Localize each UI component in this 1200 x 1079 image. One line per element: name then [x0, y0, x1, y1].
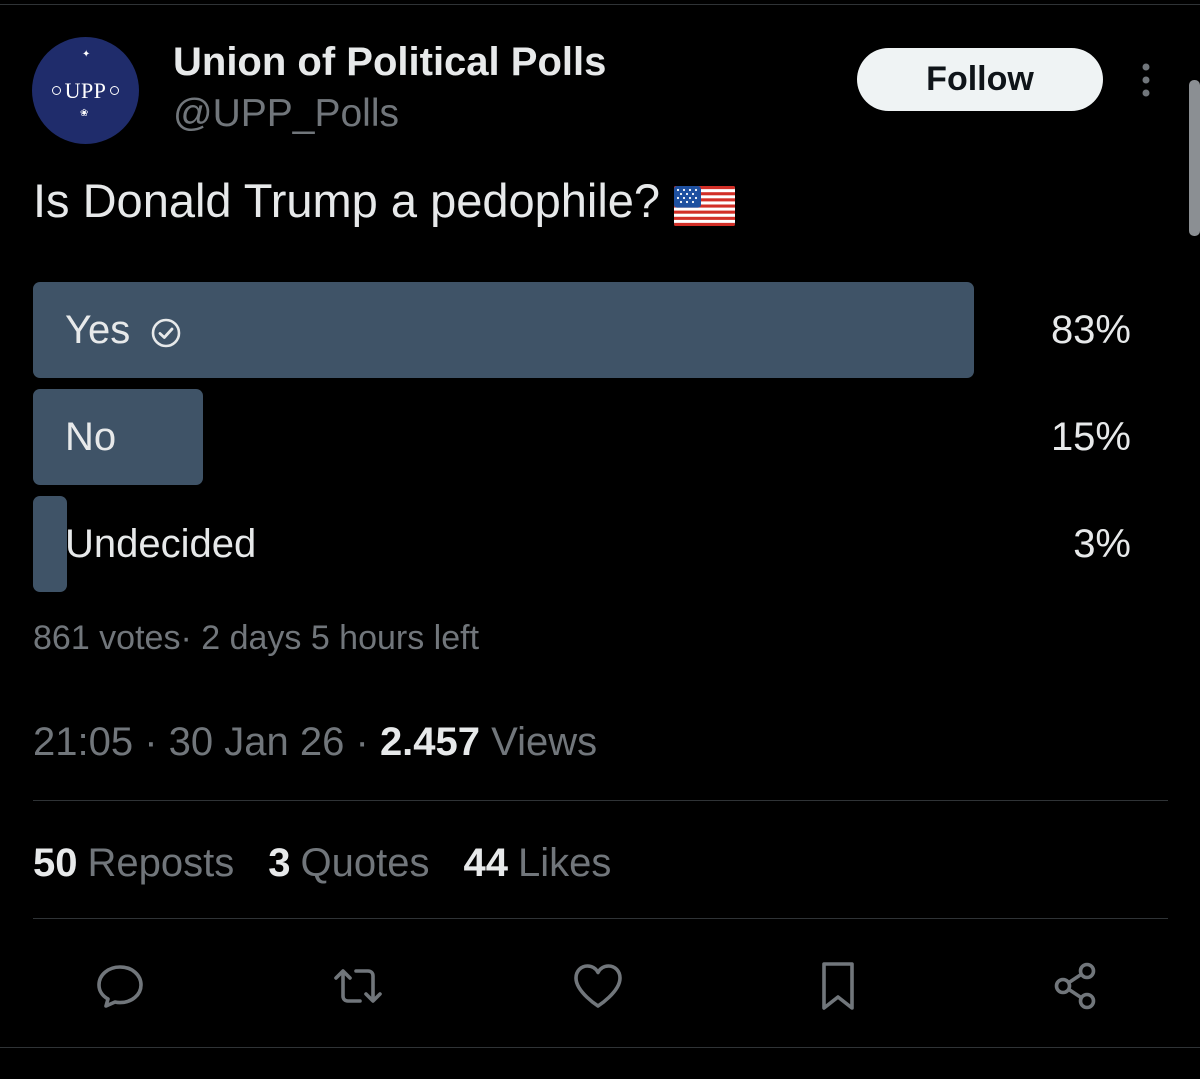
poll-option-percent: 15% — [1050, 414, 1131, 459]
views-label: Views — [491, 720, 598, 764]
engagement-stats: 50 Reposts 3 Quotes 44 Likes — [33, 836, 645, 890]
likes-label: Likes — [517, 840, 612, 885]
divider — [33, 918, 1168, 919]
poll-option-label-wrap: Undecided — [65, 496, 256, 592]
poll-option-yes[interactable]: Yes 83% — [33, 282, 1133, 378]
poll-option-label: Undecided — [65, 521, 257, 566]
bottom-divider — [0, 1047, 1200, 1048]
reply-icon[interactable] — [92, 958, 148, 1014]
poll-option-undecided[interactable]: Undecided 3% — [33, 496, 1133, 592]
avatar-emblem-icon: ❀ — [80, 108, 89, 119]
display-name[interactable]: Union of Political Polls — [173, 38, 606, 86]
poll-option-label: Yes — [65, 307, 131, 352]
account-handle[interactable]: @UPP_Polls — [173, 90, 399, 138]
scrollbar-thumb[interactable] — [1189, 80, 1200, 236]
avatar-dot-icon — [51, 86, 61, 95]
follow-button[interactable]: Follow — [857, 48, 1103, 111]
top-divider — [0, 4, 1200, 5]
separator-dot: · — [355, 720, 380, 764]
likes-count: 44 — [463, 840, 508, 885]
poll-option-percent: 83% — [1050, 307, 1131, 352]
us-flag-icon — [674, 181, 736, 226]
reposts-count: 50 — [33, 840, 78, 885]
poll-option-label-wrap: No — [65, 389, 116, 485]
check-circle-icon — [150, 314, 182, 348]
poll-option-label: No — [65, 414, 117, 459]
quotes-label: Quotes — [300, 840, 430, 885]
poll-meta: 861 votes· 2 days 5 hours left — [33, 619, 480, 657]
poll-bar — [33, 389, 204, 485]
likes-stat[interactable]: 44 Likes — [463, 841, 611, 886]
share-icon[interactable] — [1048, 958, 1104, 1014]
post-date[interactable]: 30 Jan 26 — [169, 720, 345, 764]
post-text: Is Donald Trump a pedophile? — [33, 172, 736, 230]
post-timestamp: 21:05 · 30 Jan 26 · 2.457 Views — [33, 716, 597, 768]
bookmark-icon[interactable] — [810, 958, 866, 1014]
avatar[interactable]: ✦ UPP ❀ — [32, 37, 139, 144]
like-icon[interactable] — [570, 958, 626, 1014]
more-options-icon[interactable] — [1135, 62, 1157, 98]
poll-option-label-wrap: Yes — [65, 282, 182, 378]
reposts-stat[interactable]: 50 Reposts — [33, 841, 234, 886]
quotes-stat[interactable]: 3 Quotes — [268, 841, 429, 886]
divider — [33, 800, 1168, 801]
avatar-logo: UPP — [51, 77, 120, 104]
post-time[interactable]: 21:05 — [33, 720, 133, 764]
repost-icon[interactable] — [330, 958, 386, 1014]
poll-option-no[interactable]: No 15% — [33, 389, 1133, 485]
avatar-torch-icon: ✦ — [82, 49, 91, 60]
reposts-label: Reposts — [87, 840, 235, 885]
poll-question: Is Donald Trump a pedophile? — [33, 174, 661, 227]
poll-option-percent: 3% — [1073, 521, 1131, 566]
poll-bar — [33, 496, 68, 592]
views-count: 2.457 — [379, 720, 481, 764]
avatar-dot-icon — [110, 86, 120, 95]
separator-dot: · — [144, 720, 169, 764]
quotes-count: 3 — [268, 840, 291, 885]
avatar-text: UPP — [64, 77, 107, 103]
